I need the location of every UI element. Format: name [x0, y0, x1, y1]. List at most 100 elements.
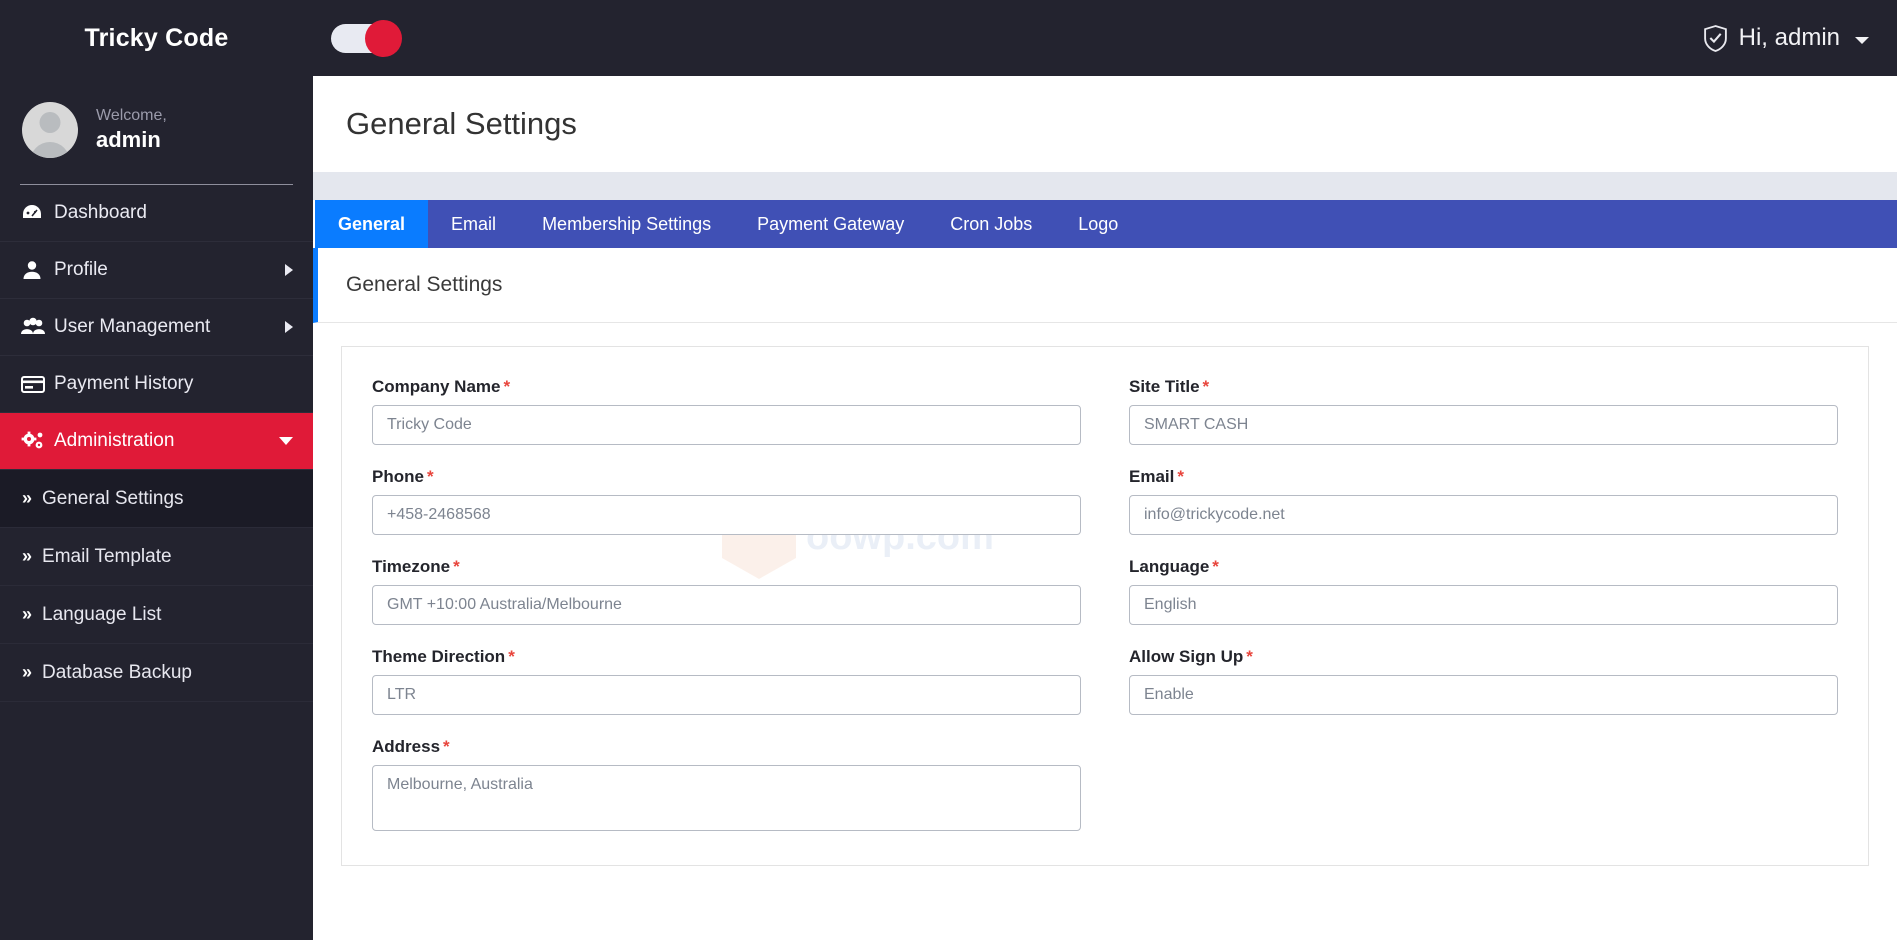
sidebar-item-user-management[interactable]: User Management	[0, 299, 313, 356]
field-language: Language * English	[1129, 557, 1838, 625]
panel-title: General Settings	[313, 248, 1897, 323]
shield-check-icon	[1703, 24, 1727, 52]
timezone-select[interactable]: GMT +10:00 Australia/Melbourne	[372, 585, 1081, 625]
sidebar-username: admin	[96, 126, 161, 152]
chevron-right-icon	[285, 264, 293, 276]
avatar	[22, 102, 78, 158]
chevron-right-icon	[285, 321, 293, 333]
settings-card: oowp.com Company Name* Phone*	[341, 346, 1869, 866]
field-timezone: Timezone * GMT +10:00 Australia/Melbourne	[372, 557, 1081, 625]
sidebar-item-label: Administration	[54, 430, 175, 451]
sidebar-item-profile[interactable]: Profile	[0, 242, 313, 299]
brand-logo[interactable]: Tricky Code	[0, 0, 313, 76]
required-marker: *	[1246, 647, 1253, 666]
allow-sign-up-value: Enable	[1144, 686, 1194, 703]
page-title: General Settings	[346, 106, 577, 141]
label-email: Email *	[1129, 467, 1838, 487]
language-value: English	[1144, 596, 1197, 613]
label-address: Address *	[372, 737, 1081, 757]
general-settings-form: Company Name* Phone* Timezone*	[342, 347, 1868, 865]
sidebar-subitem-general-settings[interactable]: » General Settings	[0, 470, 313, 528]
sidebar-nav: Dashboard Profile User Management Paymen…	[0, 185, 313, 702]
label-text: Allow Sign Up	[1129, 647, 1244, 666]
label-language: Language *	[1129, 557, 1838, 577]
phone-input[interactable]	[372, 495, 1081, 535]
top-header-bar: Tricky Code Hi, admin	[0, 0, 1897, 76]
email-input[interactable]	[1129, 495, 1838, 535]
tab-membership-settings[interactable]: Membership Settings	[519, 200, 734, 248]
user-greeting-label: Hi, admin	[1738, 24, 1840, 51]
tab-payment-gateway[interactable]: Payment Gateway	[734, 200, 927, 248]
sidebar-toggle[interactable]	[331, 19, 402, 57]
credit-card-icon	[20, 372, 54, 396]
users-icon	[20, 315, 54, 339]
sidebar-item-label: Dashboard	[54, 202, 147, 223]
sidebar-item-administration[interactable]: Administration	[0, 413, 313, 470]
allow-sign-up-select[interactable]: Enable	[1129, 675, 1838, 715]
sidebar-subitem-label: Email Template	[42, 545, 172, 567]
label-phone: Phone *	[372, 467, 1081, 487]
double-chevron-right-icon: »	[22, 604, 32, 624]
language-select[interactable]: English	[1129, 585, 1838, 625]
address-textarea[interactable]: Melbourne, Australia	[372, 765, 1081, 831]
field-allow-sign-up: Allow Sign Up * Enable	[1129, 647, 1838, 715]
sidebar-subitem-email-template[interactable]: » Email Template	[0, 528, 313, 586]
timezone-select-wrap: GMT +10:00 Australia/Melbourne	[372, 585, 1081, 625]
avatar-head	[39, 112, 61, 133]
user-menu[interactable]: Hi, admin	[1703, 24, 1869, 52]
avatar-body	[30, 142, 70, 158]
sidebar-subitem-label: General Settings	[42, 487, 184, 509]
language-select-wrap: English	[1129, 585, 1838, 625]
sidebar-toggle-wrap	[331, 19, 402, 57]
sidebar-item-payment-history[interactable]: Payment History	[0, 356, 313, 413]
field-company-name: Company Name *	[372, 377, 1081, 445]
form-column-left: Company Name* Phone* Timezone*	[372, 377, 1105, 865]
sidebar-user-block: Welcome, admin	[0, 76, 313, 184]
sidebar-subitem-database-backup[interactable]: » Database Backup	[0, 644, 313, 702]
required-marker: *	[1212, 557, 1219, 576]
label-theme-direction: Theme Direction *	[372, 647, 1081, 667]
label-text: Site Title	[1129, 377, 1200, 396]
field-email: Email *	[1129, 467, 1838, 535]
label-text: Address	[372, 737, 441, 756]
user-icon	[20, 258, 54, 282]
company-name-input[interactable]	[372, 405, 1081, 445]
required-marker: *	[508, 647, 515, 666]
label-text: Timezone	[372, 557, 451, 576]
sidebar-subitem-label: Language List	[42, 603, 162, 625]
double-chevron-right-icon: »	[22, 488, 32, 508]
sidebar-item-dashboard[interactable]: Dashboard	[0, 185, 313, 242]
double-chevron-right-icon: »	[22, 662, 32, 682]
chevron-down-icon	[279, 437, 293, 445]
welcome-label: Welcome,	[96, 106, 167, 124]
tab-logo[interactable]: Logo	[1055, 200, 1141, 248]
site-title-input[interactable]	[1129, 405, 1838, 445]
theme-direction-select[interactable]: LTR	[372, 675, 1081, 715]
label-text: Email	[1129, 467, 1175, 486]
sidebar-subitem-language-list[interactable]: » Language List	[0, 586, 313, 644]
tab-email[interactable]: Email	[428, 200, 519, 248]
required-marker: *	[426, 467, 434, 486]
tab-general[interactable]: General	[315, 200, 429, 248]
form-column-right: Site Title* Email* Language*	[1105, 377, 1838, 865]
label-text: Phone	[372, 467, 424, 486]
label-allow-sign-up: Allow Sign Up *	[1129, 647, 1838, 667]
label-text: Language	[1129, 557, 1210, 576]
label-text: Theme Direction	[372, 647, 506, 666]
field-site-title: Site Title *	[1129, 377, 1838, 445]
required-marker: *	[503, 377, 511, 396]
theme-direction-select-wrap: LTR	[372, 675, 1081, 715]
gauge-icon	[20, 201, 54, 225]
timezone-value: GMT +10:00 Australia/Melbourne	[387, 596, 622, 613]
label-company-name: Company Name *	[372, 377, 1081, 397]
tab-cron-jobs[interactable]: Cron Jobs	[927, 200, 1055, 248]
app-root: Tricky Code Hi, admin Welcome, admin Das…	[0, 0, 1897, 940]
field-address: Address * Melbourne, Australia	[372, 737, 1081, 836]
label-timezone: Timezone *	[372, 557, 1081, 577]
field-phone: Phone *	[372, 467, 1081, 535]
double-chevron-right-icon: »	[22, 546, 32, 566]
sidebar-subitem-label: Database Backup	[42, 661, 193, 683]
required-marker: *	[1202, 377, 1210, 396]
content-band	[313, 172, 1897, 200]
sidebar-item-label: Profile	[54, 259, 108, 280]
